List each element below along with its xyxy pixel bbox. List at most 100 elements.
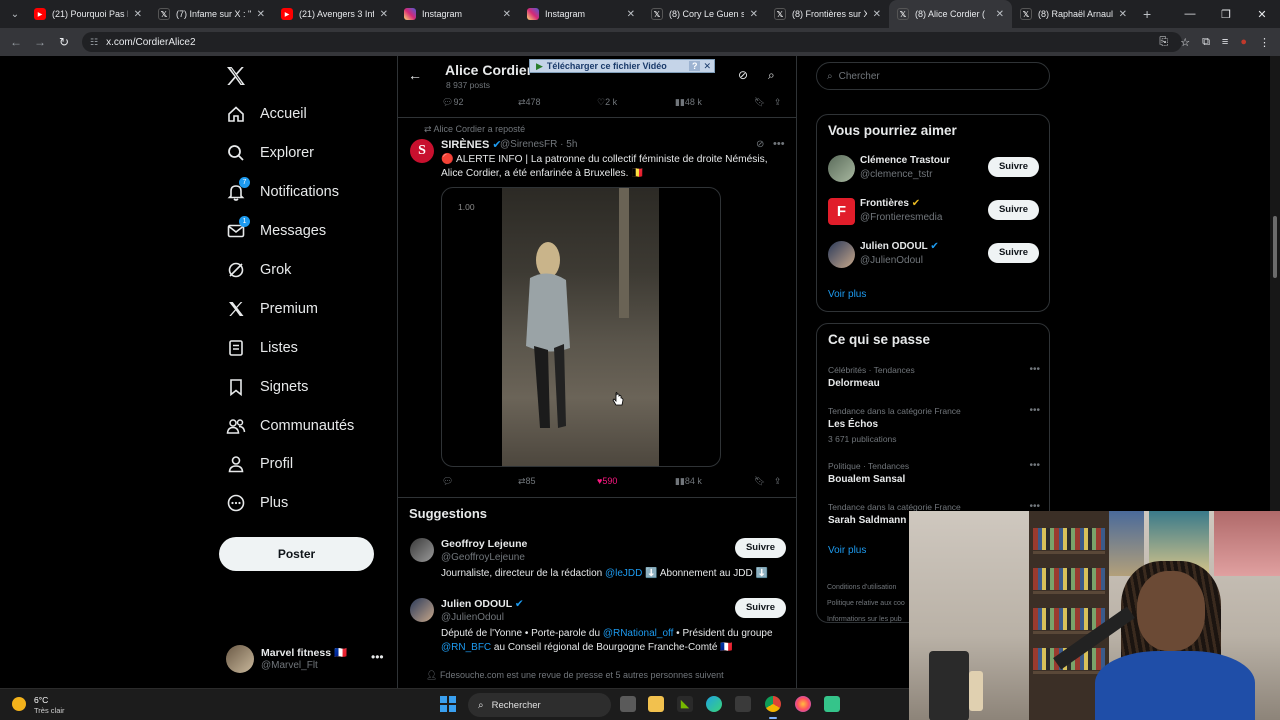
sidebar-item-listes[interactable]: Listes xyxy=(218,331,298,365)
app-icon[interactable] xyxy=(824,696,840,712)
close-window-button[interactable]: ✕ xyxy=(1244,8,1280,21)
back-arrow-icon[interactable]: ← xyxy=(408,67,422,83)
search-icon[interactable]: ⌕ xyxy=(768,68,775,83)
see-more-link[interactable]: Voir plus xyxy=(828,545,866,556)
close-tab-icon[interactable]: ✕ xyxy=(134,9,142,20)
browser-tab[interactable]: 𝕏 (8) Frontières sur X : ✕ xyxy=(766,0,889,28)
menu-icon[interactable]: ≡ xyxy=(1222,36,1228,48)
file-explorer-icon[interactable] xyxy=(648,696,664,712)
views-button[interactable]: ▮▮ 48 k xyxy=(675,97,702,108)
see-more-link[interactable]: Voir plus xyxy=(828,289,866,300)
x-logo-icon[interactable] xyxy=(224,64,248,88)
bookmark-star-icon[interactable]: ☆ xyxy=(1180,36,1190,49)
edge-icon[interactable] xyxy=(706,696,722,712)
follow-suggestion[interactable]: F Frontières ✔ @Frontieresmedia Suivre xyxy=(828,196,1040,228)
reply-button[interactable]: 💬︎ xyxy=(442,476,453,487)
sidebar-item-premium[interactable]: Premium xyxy=(218,292,318,326)
follow-suggestion[interactable]: Clémence Trastour @clemence_tstr Suivre xyxy=(828,153,1040,185)
close-tab-icon[interactable]: ✕ xyxy=(503,9,511,20)
extensions-icon[interactable]: ⧉ xyxy=(1202,36,1210,49)
more-horizontal-icon[interactable]: ••• xyxy=(1029,364,1040,375)
follow-button[interactable]: Suivre xyxy=(735,598,786,618)
maximize-button[interactable]: ❐ xyxy=(1208,8,1244,21)
firefox-icon[interactable] xyxy=(795,696,811,712)
more-vert-icon[interactable]: ⋮ xyxy=(1259,36,1270,49)
like-button[interactable]: ♥ 590 xyxy=(597,476,617,486)
reply-button[interactable]: 💬︎ 92 xyxy=(442,97,463,108)
like-button[interactable]: ♡ 2 k xyxy=(597,97,617,108)
task-view-icon[interactable] xyxy=(620,696,636,712)
mention-link[interactable]: @RN_BFC xyxy=(441,642,491,653)
browser-tab[interactable]: 𝕏 (8) Alice Cordier (✕ xyxy=(889,0,1012,28)
grok-icon[interactable]: ⊘ xyxy=(756,139,764,150)
tweet-author[interactable]: SIRÈNES ✔ xyxy=(441,138,502,151)
sidebar-item-plus[interactable]: Plus xyxy=(218,486,288,520)
install-app-icon[interactable]: ⎘ xyxy=(1159,36,1168,49)
account-switcher[interactable]: Marvel fitness 🇫🇷 @Marvel_Flt ••• xyxy=(226,644,386,674)
close-icon[interactable]: ✕ xyxy=(700,61,714,72)
browser-tab[interactable]: ▶ (21) Avengers 3 Infini ✕ xyxy=(273,0,396,28)
chrome-icon[interactable] xyxy=(765,696,781,719)
close-tab-icon[interactable]: ✕ xyxy=(627,9,635,20)
share-icon[interactable]: ⇪ xyxy=(774,476,782,487)
follow-button[interactable]: Suivre xyxy=(735,538,786,558)
follow-button[interactable]: Suivre xyxy=(988,157,1039,177)
browser-tab[interactable]: Instagram ✕ xyxy=(396,0,519,28)
post-button[interactable]: Poster xyxy=(219,537,374,571)
help-icon[interactable]: ? xyxy=(688,61,701,71)
close-tab-icon[interactable]: ✕ xyxy=(750,9,758,20)
site-info-icon[interactable]: ☷ xyxy=(90,37,98,48)
bookmark-icon[interactable]: 🔖︎ xyxy=(754,476,765,487)
avatar[interactable]: S xyxy=(410,139,434,163)
more-horizontal-icon[interactable]: ••• xyxy=(1029,460,1040,471)
legal-link[interactable]: Politique relative aux coo xyxy=(827,600,905,607)
sidebar-item-communauts[interactable]: Communautés xyxy=(218,409,354,443)
sidebar-item-grok[interactable]: Grok xyxy=(218,253,291,287)
legal-link[interactable]: Conditions d'utilisation xyxy=(827,584,896,591)
store-icon[interactable] xyxy=(735,696,751,712)
share-icon[interactable]: ⇪ xyxy=(774,97,782,108)
close-tab-icon[interactable]: ✕ xyxy=(257,9,265,20)
more-horizontal-icon[interactable]: ••• xyxy=(773,138,785,150)
reload-button[interactable]: ↻ xyxy=(52,35,76,49)
windows-start-icon[interactable] xyxy=(440,696,456,712)
mention-link[interactable]: @RNational_off xyxy=(603,628,674,639)
sidebar-item-signets[interactable]: Signets xyxy=(218,370,308,404)
sidebar-item-explorer[interactable]: Explorer xyxy=(218,136,314,170)
close-tab-icon[interactable]: ✕ xyxy=(873,9,881,20)
suggestion-item[interactable]: Geoffroy Lejeune @GeoffroyLejeune Suivre… xyxy=(398,538,796,598)
new-tab-button[interactable]: + xyxy=(1143,6,1151,22)
profile-avatar[interactable]: ● xyxy=(1240,36,1247,48)
tab-search-button[interactable]: ⌄ xyxy=(4,4,26,24)
video-player[interactable]: 1.00 xyxy=(441,187,721,467)
views-button[interactable]: ▮▮ 84 k xyxy=(675,476,702,487)
more-horizontal-icon[interactable]: ••• xyxy=(371,650,384,664)
sidebar-item-messages[interactable]: 1 Messages xyxy=(218,214,326,248)
more-horizontal-icon[interactable]: ••• xyxy=(1029,405,1040,416)
browser-tab[interactable]: 𝕏 (8) Raphaël Arnault s ✕ xyxy=(1012,0,1135,28)
browser-tab[interactable]: 𝕏 (7) Infame sur X : "Ce ✕ xyxy=(150,0,273,28)
follow-button[interactable]: Suivre xyxy=(988,200,1039,220)
trend-item[interactable]: Célébrités · Tendances Delormeau ••• xyxy=(828,364,1040,391)
mention-link[interactable]: @leJDD xyxy=(605,568,642,579)
trend-item[interactable]: Tendance dans la catégorie France Les Éc… xyxy=(828,405,1040,446)
download-video-bar[interactable]: ▶ Télécharger ce fichier Vidéo ? ✕ xyxy=(529,59,715,73)
address-bar[interactable]: ☷ x.com/CordierAlice2 xyxy=(82,32,1182,52)
trend-item[interactable]: Politique · Tendances Boualem Sansal ••• xyxy=(828,460,1040,487)
close-tab-icon[interactable]: ✕ xyxy=(996,9,1004,20)
browser-tab[interactable]: ▶ (21) Pourquoi Pas PK ✕ xyxy=(26,0,150,28)
bookmark-icon[interactable]: 🔖︎ xyxy=(754,97,765,108)
grok-icon[interactable]: ⊘ xyxy=(738,68,748,82)
legal-link[interactable]: Informations sur les pub xyxy=(827,616,902,623)
nvidia-icon[interactable]: ◣ xyxy=(677,696,693,712)
weather-widget[interactable]: 6°C Très clair xyxy=(12,693,92,717)
minimize-button[interactable]: — xyxy=(1172,8,1208,20)
suggestion-item[interactable]: Julien ODOUL ✔ @JulienOdoul Suivre Déput… xyxy=(398,598,796,658)
back-button[interactable]: ← xyxy=(4,35,28,49)
close-tab-icon[interactable]: ✕ xyxy=(1119,9,1127,20)
scrollbar-thumb[interactable] xyxy=(1273,216,1277,278)
sidebar-item-notifications[interactable]: 7 Notifications xyxy=(218,175,339,209)
sidebar-item-accueil[interactable]: Accueil xyxy=(218,97,307,131)
forward-button[interactable]: → xyxy=(28,35,52,49)
close-tab-icon[interactable]: ✕ xyxy=(380,9,388,20)
